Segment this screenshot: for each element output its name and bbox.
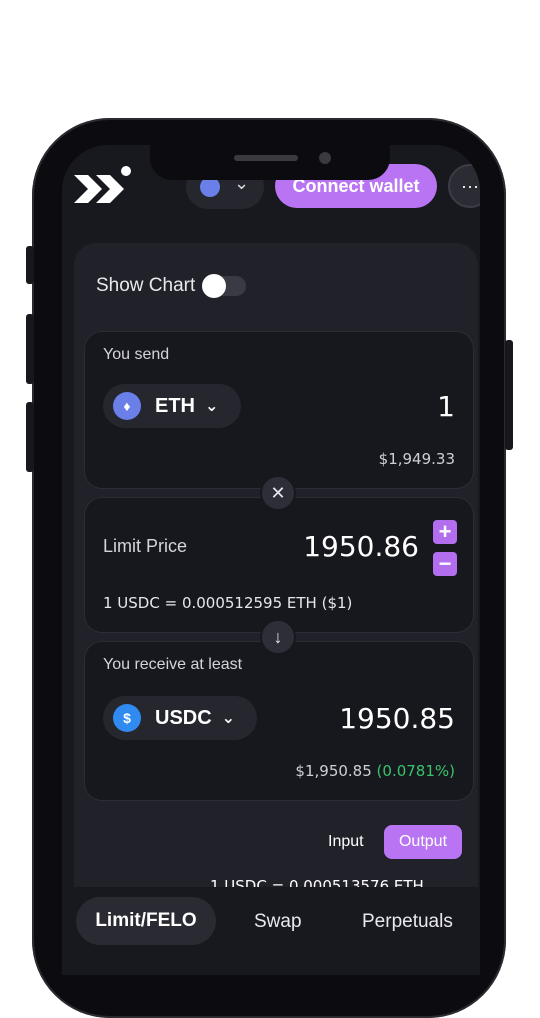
arrow-down-icon[interactable]: ↓ bbox=[260, 619, 296, 655]
phone-mute-switch bbox=[26, 246, 34, 284]
phone-volume-up bbox=[26, 314, 34, 384]
send-label: You send bbox=[103, 346, 170, 363]
camera bbox=[319, 152, 331, 164]
show-chart-toggle[interactable] bbox=[202, 274, 246, 298]
show-chart-label: Show Chart bbox=[96, 275, 196, 296]
send-token-symbol: ETH bbox=[155, 394, 195, 417]
chevron-down-icon: ⌄ bbox=[205, 398, 219, 415]
receive-amount: 1950.85 bbox=[339, 702, 455, 735]
receive-usd-value: $1,950.85 (0.0781%) bbox=[295, 762, 455, 780]
send-amount[interactable]: 1 bbox=[437, 390, 455, 423]
app-logo bbox=[74, 166, 131, 203]
send-card: You send ♦ ETH ⌄ 1 $1,949.33 bbox=[84, 331, 474, 489]
bottom-nav: Limit/FELO Swap Perpetuals bbox=[62, 887, 480, 975]
app-screen: ⌄ Connect wallet ··· Show Chart You send… bbox=[62, 145, 480, 975]
phone-volume-down bbox=[26, 402, 34, 472]
send-token-selector[interactable]: ♦ ETH ⌄ bbox=[103, 384, 241, 428]
limit-rate-text: 1 USDC = 0.000512595 ETH ($1) bbox=[103, 594, 353, 612]
output-toggle[interactable]: Output bbox=[384, 825, 462, 859]
receive-usd: $1,950.85 bbox=[295, 762, 372, 780]
tab-perpetuals[interactable]: Perpetuals bbox=[362, 911, 453, 933]
input-toggle[interactable]: Input bbox=[328, 833, 364, 851]
phone-notch bbox=[150, 140, 390, 180]
send-usd-value: $1,949.33 bbox=[378, 450, 455, 468]
toggle-knob bbox=[202, 274, 226, 298]
tab-swap[interactable]: Swap bbox=[254, 911, 302, 933]
receive-token-symbol: USDC bbox=[155, 706, 212, 729]
limit-price-card: Limit Price 1950.86 + − 1 USDC = 0.00051… bbox=[84, 497, 474, 633]
more-options-button[interactable]: ··· bbox=[448, 164, 480, 208]
receive-card: You receive at least $ USDC ⌄ 1950.85 $1… bbox=[84, 641, 474, 801]
receive-label: You receive at least bbox=[103, 656, 243, 673]
tab-limit-felo[interactable]: Limit/FELO bbox=[76, 897, 216, 945]
limit-price-label: Limit Price bbox=[103, 536, 188, 556]
limit-price-value[interactable]: 1950.86 bbox=[303, 530, 419, 563]
phone-power-button bbox=[505, 340, 513, 450]
receive-percent: (0.0781%) bbox=[376, 762, 455, 780]
eth-icon: ♦ bbox=[113, 392, 141, 420]
decrease-price-button[interactable]: − bbox=[433, 551, 457, 576]
chevron-down-icon: ⌄ bbox=[221, 710, 236, 727]
increase-price-button[interactable]: + bbox=[433, 519, 457, 544]
eth-icon bbox=[200, 177, 220, 197]
speaker bbox=[234, 155, 298, 161]
receive-token-selector[interactable]: $ USDC ⌄ bbox=[103, 696, 257, 740]
usdc-icon: $ bbox=[113, 704, 141, 732]
close-icon[interactable]: ✕ bbox=[260, 475, 296, 511]
